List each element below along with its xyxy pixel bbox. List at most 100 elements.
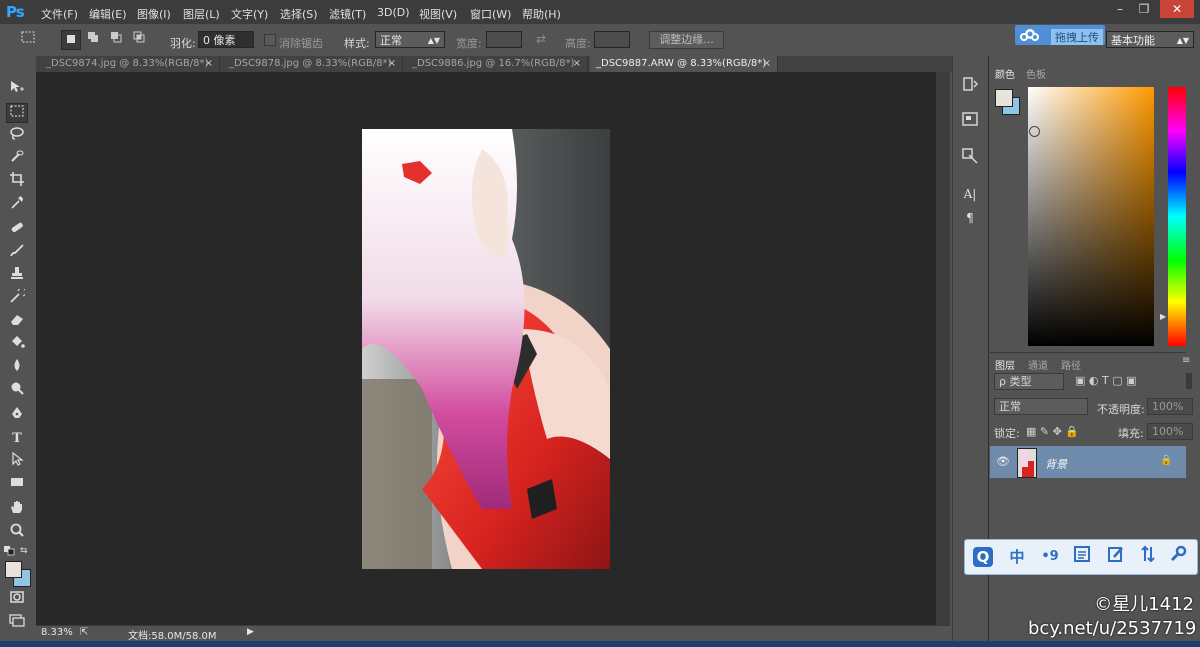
type-tool-icon[interactable]: T [6,429,28,449]
ime-softkeyboard-icon[interactable] [1070,545,1094,569]
close-tab-icon[interactable]: × [573,56,581,72]
antialias-checkbox[interactable] [264,34,276,46]
menu-file[interactable]: 文件(F) [41,6,78,22]
menu-filter[interactable]: 滤镜(T) [329,6,366,22]
character-panel-icon[interactable]: A| [958,183,982,205]
menu-type[interactable]: 文字(Y) [231,6,268,22]
paragraph-panel-icon[interactable]: ¶ [958,207,982,229]
layer-filter-icons[interactable]: ▣ ◐ T ▢ ▣ [1075,374,1136,387]
layer-name[interactable]: 背景 [1045,456,1067,472]
layer-filter-select[interactable]: ρ 类型 [994,373,1064,390]
tab-color[interactable]: 颜色 [995,66,1015,81]
rectangle-tool-icon[interactable] [6,475,28,495]
close-window-button[interactable]: ✕ [1160,0,1194,18]
paint-bucket-tool-icon[interactable] [6,335,28,355]
ime-edit-icon[interactable] [1104,545,1128,569]
blend-mode-select[interactable]: 正常 [994,398,1088,415]
watermark-line-2: bcy.net/u/2537719 [1028,618,1197,639]
hue-slider-handle-icon[interactable]: ▶ [1160,312,1166,321]
history-brush-tool-icon[interactable] [6,287,28,309]
menu-view[interactable]: 视图(V) [419,6,457,22]
lasso-tool-icon[interactable] [6,126,28,146]
color-picker-field[interactable] [1028,87,1154,346]
swap-dimensions-icon[interactable]: ⇄ [532,30,550,48]
visibility-eye-icon[interactable]: 👁 [996,455,1010,468]
fill-input[interactable]: 100% [1147,423,1193,440]
marquee-tool-preset-icon[interactable] [19,30,37,48]
document-tab[interactable]: _DSC9874.jpg @ 8.33%(RGB/8*) × [40,56,220,72]
restore-button[interactable]: ❐ [1132,0,1156,18]
document-tab-active[interactable]: _DSC9887.ARW @ 8.33%(RGB/8*) × [590,56,778,72]
zoom-level[interactable]: 8.33% [41,627,73,638]
close-tab-icon[interactable]: × [763,56,771,72]
canvas-scrollbar[interactable] [936,72,950,625]
hand-tool-icon[interactable] [6,500,28,520]
history-panel-icon[interactable] [958,76,982,98]
status-menu-arrow-icon[interactable]: ▶ [247,627,254,637]
ime-punctuation[interactable]: •9 [1038,545,1062,569]
blur-tool-icon[interactable] [6,358,28,378]
clone-source-panel-icon[interactable] [958,147,982,169]
menu-edit[interactable]: 编辑(E) [89,6,127,22]
menu-image[interactable]: 图像(I) [137,6,171,22]
move-tool-icon[interactable] [6,80,28,100]
height-input[interactable] [594,31,630,48]
tab-paths[interactable]: 路径 [1061,357,1081,372]
upload-button[interactable]: 拖拽上传 [1015,25,1105,45]
menu-layer[interactable]: 图层(L) [183,6,220,22]
intersect-selection-icon[interactable] [130,30,148,48]
default-colors-icon[interactable] [4,546,16,556]
ime-sort-icon[interactable] [1136,545,1160,569]
eyedropper-tool-icon[interactable] [6,195,28,215]
zoom-tool-icon[interactable] [6,523,28,543]
color-picker-cursor[interactable] [1029,126,1040,137]
ime-settings-wrench-icon[interactable] [1166,545,1190,569]
crop-tool-icon[interactable] [6,172,28,192]
document-tab[interactable]: _DSC9886.jpg @ 16.7%(RGB/8*) × [406,56,588,72]
foreground-color-swatch[interactable] [5,561,22,578]
menu-3d[interactable]: 3D(D) [377,6,410,19]
quick-selection-tool-icon[interactable] [6,149,28,169]
quick-mask-icon[interactable] [6,590,28,610]
chevron-down-icon: ▲▼ [1176,36,1189,45]
ime-chinese-mode[interactable]: 中 [1005,545,1029,569]
rectangular-marquee-tool-icon[interactable] [6,103,28,123]
refine-edge-button[interactable]: 调整边缘... [649,31,724,49]
width-input[interactable] [486,31,522,48]
screen-mode-icon[interactable] [6,613,28,633]
menu-select[interactable]: 选择(S) [280,6,318,22]
opacity-input[interactable]: 100% [1147,398,1193,415]
ime-logo-icon[interactable]: Q [973,547,993,567]
close-tab-icon[interactable]: × [205,56,213,72]
properties-panel-icon[interactable] [958,110,982,132]
tab-swatches[interactable]: 色板 [1026,66,1046,81]
clone-stamp-tool-icon[interactable] [6,266,28,286]
subtract-selection-icon[interactable] [107,30,125,48]
swap-colors-icon[interactable]: ⇆ [20,546,28,556]
dodge-tool-icon[interactable] [6,381,28,401]
brush-tool-icon[interactable] [6,243,28,263]
panel-menu-icon[interactable]: ≡ [1182,355,1190,366]
lock-icons[interactable]: ▦ ✎ ✥ 🔒 [1026,425,1079,438]
path-selection-tool-icon[interactable] [6,451,28,472]
workspace-select[interactable]: 基本功能 ▲▼ [1106,31,1194,48]
filter-toggle[interactable] [1186,373,1192,389]
share-icon[interactable]: ⇱ [80,627,88,638]
add-to-selection-icon[interactable] [84,30,102,48]
menu-help[interactable]: 帮助(H) [522,6,561,22]
tab-channels[interactable]: 通道 [1028,357,1048,372]
panel-foreground-swatch[interactable] [995,89,1013,107]
close-tab-icon[interactable]: × [388,56,396,72]
hue-slider[interactable] [1168,87,1186,346]
feather-input[interactable]: 0 像素 [198,31,254,48]
style-select[interactable]: 正常 ▲▼ [375,31,445,48]
document-tab[interactable]: _DSC9878.jpg @ 8.33%(RGB/8*) × [223,56,403,72]
tab-layers[interactable]: 图层 [995,357,1015,372]
new-selection-icon[interactable] [61,30,81,50]
document-photo[interactable] [362,129,610,569]
spot-healing-brush-icon[interactable] [6,220,28,240]
eraser-tool-icon[interactable] [6,312,28,332]
minimize-button[interactable]: – [1108,0,1132,18]
menu-window[interactable]: 窗口(W) [470,6,511,22]
pen-tool-icon[interactable] [6,406,28,426]
